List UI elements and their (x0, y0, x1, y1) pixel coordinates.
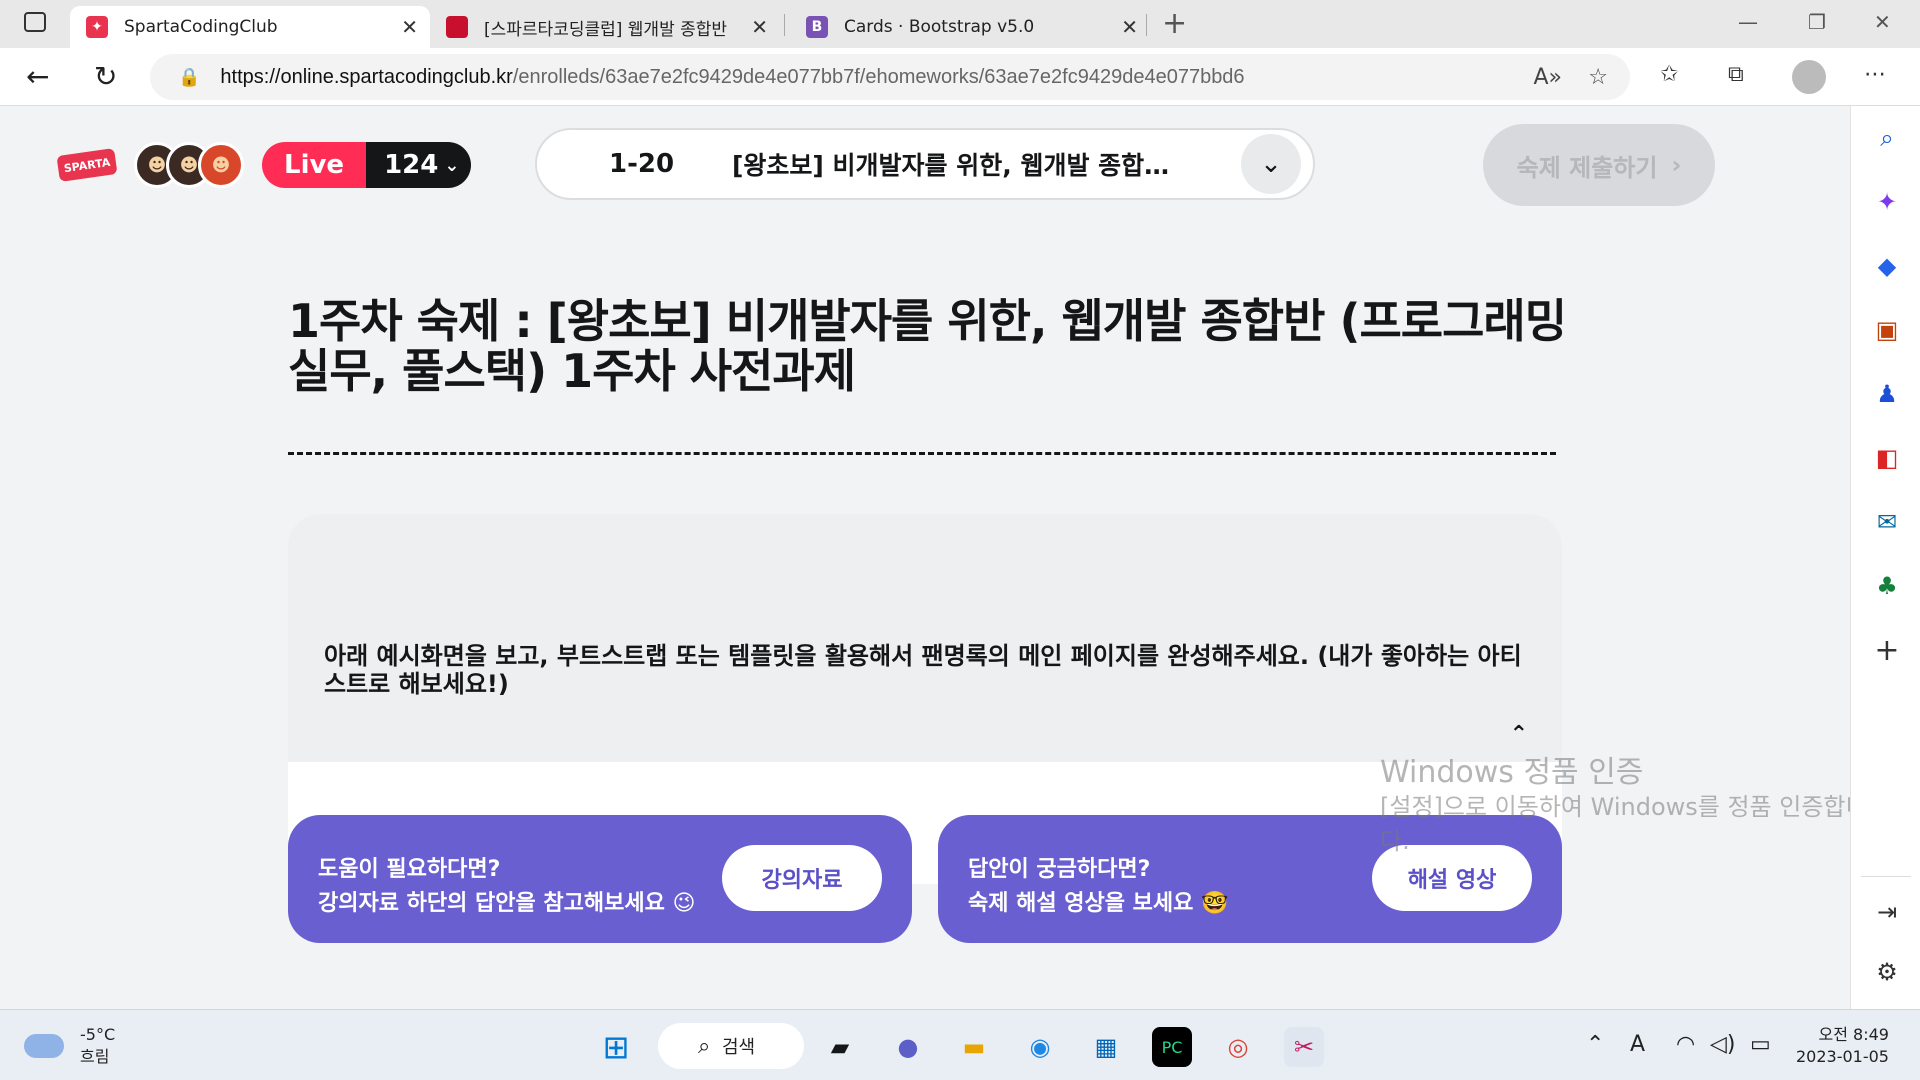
bootstrap-favicon-icon: B (806, 16, 828, 38)
chevron-down-icon[interactable]: ⌄ (1241, 134, 1301, 194)
chevron-down-icon: ⌄ (444, 154, 460, 176)
tree-icon[interactable]: ♣ (1873, 572, 1901, 600)
weather-widget[interactable]: -5°C 흐림 (24, 1024, 115, 1068)
help-card: 도움이 필요하다면? 강의자료 하단의 답안을 참고해보세요 😉 강의자료 (288, 815, 912, 943)
hide-sidebar-icon[interactable]: ⇥ (1873, 898, 1901, 926)
tab-divider (1146, 14, 1147, 36)
settings-icon[interactable]: ⚙ (1873, 958, 1901, 986)
tools-icon[interactable]: ▣ (1873, 316, 1901, 344)
refresh-icon[interactable]: ↻ (94, 60, 117, 93)
activation-watermark: Windows 정품 인증 [설정]으로 이동하여 Windows를 정품 인증… (1380, 755, 1868, 856)
settings-more-icon[interactable]: ⋯ (1864, 62, 1886, 87)
battery-icon[interactable]: ▭ (1750, 1032, 1771, 1057)
search-icon[interactable]: ⌕ (1873, 124, 1901, 152)
page-title: 1주차 숙제 : [왕초보] 비개발자를 위한, 웹개발 종합반 (프로그래밍 … (288, 294, 1567, 398)
search-icon: ⌕ (698, 1033, 711, 1059)
submit-homework-button[interactable]: 숙제 제출하기 › (1483, 124, 1715, 206)
clock[interactable]: 오전 8:49 2023-01-05 (1796, 1024, 1889, 1068)
lock-icon[interactable]: 🔒 (178, 67, 200, 88)
tab-strip: ✦ SpartaCodingClub ✕ [스파르타코딩클럽] 웹개발 종합반 … (0, 0, 1920, 48)
tab-bootstrap-cards[interactable]: B Cards · Bootstrap v5.0 ✕ (790, 6, 1150, 48)
pycharm-icon[interactable]: PC (1152, 1027, 1192, 1067)
chevron-right-icon: › (1671, 151, 1682, 179)
question-header[interactable]: 아래 예시화면을 보고, 부트스트랩 또는 템플릿을 활용해서 팬명록의 메인 … (288, 514, 1562, 762)
chevron-up-icon[interactable]: ⌃ (1510, 722, 1528, 747)
tab-actions-icon[interactable] (24, 12, 46, 32)
edge-sidebar: ⌕ ✦ ◆ ▣ ♟ ◧ ✉ ♣ + ⇥ ⚙ (1850, 106, 1920, 1009)
favorites-icon[interactable]: ✩ (1660, 62, 1678, 87)
ime-icon[interactable]: A (1630, 1032, 1645, 1057)
close-tab-icon[interactable]: ✕ (751, 15, 768, 39)
chrome-icon[interactable]: ◎ (1218, 1027, 1258, 1067)
page-content: SPARTA ☻ ☻ ☻ Live 124 ⌄ 1-20 [왕초보] 비개발자를 … (0, 106, 1850, 1009)
taskbar: -5°C 흐림 ⊞ ⌕ 검색 ▰ ● ▬ ◉ ▦ PC ◎ ✂ ⌃ A ◠ ◁)… (0, 1009, 1920, 1080)
snipping-tool-icon[interactable]: ✂ (1284, 1027, 1324, 1067)
address-toolbar: ← ↻ 🔒 https://online.spartacodingclub.kr… (0, 48, 1920, 106)
tab-divider (784, 14, 785, 36)
avatar: ☻ (198, 142, 244, 188)
minimize-icon[interactable]: — (1738, 10, 1758, 34)
file-explorer-icon[interactable]: ▬ (954, 1027, 994, 1067)
cloud-icon (24, 1034, 64, 1058)
store-icon[interactable]: ▦ (1086, 1027, 1126, 1067)
profile-avatar[interactable] (1792, 60, 1826, 94)
lecture-material-button[interactable]: 강의자료 (722, 845, 882, 911)
taskbar-search[interactable]: ⌕ 검색 (658, 1023, 804, 1069)
live-count: 124 ⌄ (366, 142, 472, 188)
sparta-favicon-icon: ✦ (86, 16, 108, 38)
collections-icon[interactable]: ⧉ (1728, 62, 1744, 87)
live-avatars: ☻ ☻ ☻ (134, 142, 244, 188)
office-icon[interactable]: ◧ (1873, 444, 1901, 472)
add-icon[interactable]: + (1873, 633, 1901, 668)
homework-selector[interactable]: 1-20 [왕초보] 비개발자를 위한, 웹개발 종합반 (… ⌄ (535, 128, 1315, 200)
volume-icon[interactable]: ◁) (1710, 1032, 1736, 1057)
shopping-icon[interactable]: ◆ (1873, 252, 1901, 280)
url-text[interactable]: https://online.spartacodingclub.kr/enrol… (220, 66, 1244, 89)
sparta-logo[interactable]: SPARTA (56, 148, 118, 182)
add-favorite-icon[interactable]: ☆ (1588, 65, 1608, 90)
address-bar[interactable]: 🔒 https://online.spartacodingclub.kr/enr… (150, 54, 1630, 100)
new-tab-icon[interactable]: + (1162, 6, 1187, 41)
question-text: 아래 예시화면을 보고, 부트스트랩 또는 템플릿을 활용해서 팬명록의 메인 … (324, 642, 1522, 698)
restore-icon[interactable]: ❐ (1808, 10, 1826, 34)
edge-icon[interactable]: ◉ (1020, 1027, 1060, 1067)
outlook-icon[interactable]: ✉ (1873, 508, 1901, 536)
wifi-icon[interactable]: ◠ (1676, 1032, 1695, 1057)
nerd-emoji-icon: 🤓 (1201, 891, 1229, 916)
task-view-icon[interactable]: ▰ (820, 1027, 860, 1067)
divider (288, 452, 1556, 455)
teams-chat-icon[interactable]: ● (888, 1027, 928, 1067)
windows-start-icon[interactable]: ⊞ (596, 1027, 636, 1067)
tab-spartacodingclub[interactable]: ✦ SpartaCodingClub ✕ (70, 6, 430, 48)
read-aloud-icon[interactable]: A» (1533, 65, 1562, 90)
wink-emoji-icon: 😉 (672, 891, 696, 916)
live-badge[interactable]: Live 124 ⌄ (262, 142, 472, 188)
show-hidden-icons-icon[interactable]: ⌃ (1586, 1032, 1604, 1057)
course-favicon-icon (446, 16, 468, 38)
back-icon[interactable]: ← (26, 60, 49, 93)
games-icon[interactable]: ♟ (1873, 380, 1901, 408)
close-window-icon[interactable]: ✕ (1874, 10, 1891, 34)
discover-icon[interactable]: ✦ (1873, 188, 1901, 216)
tab-sparta-course[interactable]: [스파르타코딩클럽] 웹개발 종합반 ✕ (430, 6, 780, 48)
close-tab-icon[interactable]: ✕ (401, 15, 418, 39)
close-tab-icon[interactable]: ✕ (1121, 15, 1138, 39)
divider (1861, 876, 1911, 877)
